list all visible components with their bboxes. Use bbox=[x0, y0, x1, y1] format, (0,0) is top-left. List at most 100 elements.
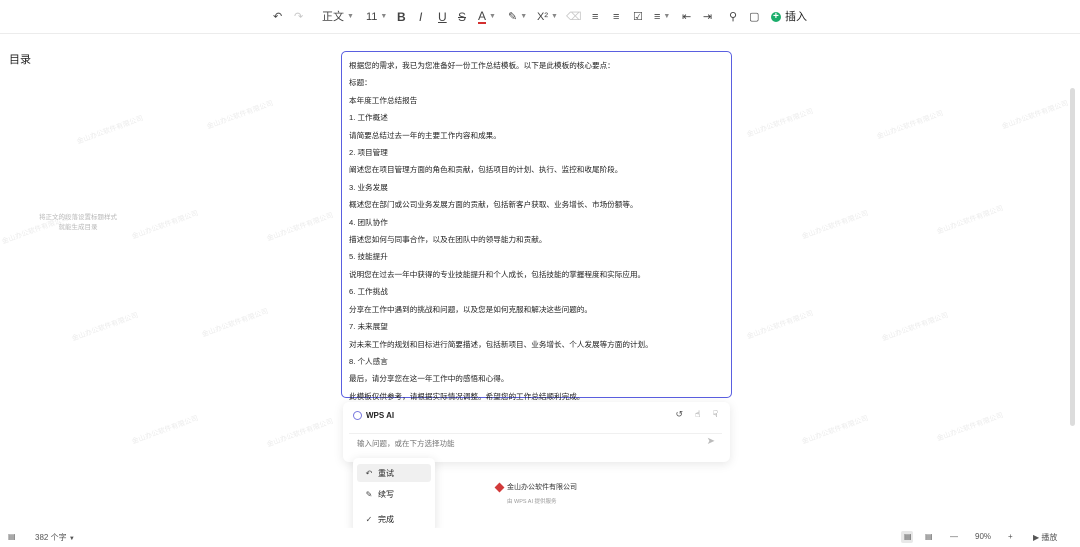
zoom-level[interactable]: 90% bbox=[975, 532, 991, 541]
thumbs-up-icon[interactable]: ☝ bbox=[695, 409, 700, 420]
bold-icon[interactable]: B bbox=[397, 9, 406, 25]
checklist-icon[interactable]: ☑ bbox=[633, 9, 643, 25]
watermark: 金山办公软件有限公司 bbox=[201, 308, 270, 339]
doc-line: 8. 个人感言 bbox=[349, 356, 388, 366]
highlighter-icon: ✎ bbox=[508, 11, 518, 23]
doc-line: 2. 项目管理 bbox=[349, 148, 388, 158]
watermark: 金山办公软件有限公司 bbox=[266, 212, 335, 243]
numbered-list-icon[interactable]: ≡ bbox=[613, 9, 619, 25]
doc-line: 6. 工作挑战 bbox=[349, 287, 388, 297]
align-dropdown[interactable]: ≡ ▼ bbox=[654, 9, 670, 25]
watermark: 金山办公软件有限公司 bbox=[76, 115, 145, 146]
company-logo-icon bbox=[494, 482, 505, 492]
toc-hint-line: 就能生成目录 bbox=[58, 224, 98, 231]
doc-line: 1. 工作概述 bbox=[349, 113, 388, 123]
watermark: 金山办公软件有限公司 bbox=[746, 310, 815, 341]
watermark: 金山办公软件有限公司 bbox=[131, 210, 200, 241]
pencil-icon: ✎ bbox=[365, 489, 373, 499]
underline-icon[interactable]: U bbox=[438, 9, 447, 25]
font-size-dropdown[interactable]: 11 ▼ bbox=[366, 9, 387, 25]
doc-line: 7. 未来展望 bbox=[349, 322, 388, 332]
company-signature: 金山办公软件有限公司 bbox=[494, 482, 577, 492]
ai-panel-actions: ↺ ☝ ☟ bbox=[675, 409, 718, 420]
indent-increase-icon[interactable]: ⇥ bbox=[703, 9, 712, 25]
chevron-down-icon: ▼ bbox=[380, 13, 388, 20]
format-toolbar: ↶ ↷ 正文 ▼ 11 ▼ B I U S A ▼ ✎ ▼ X² ▼ ⌫ ≡ ≡ ☑ ≡ ▼… bbox=[0, 0, 1080, 34]
page-view-icon: ▤ bbox=[904, 532, 912, 541]
zoom-in-icon[interactable]: + bbox=[1008, 532, 1013, 541]
doc-line: 4. 团队协作 bbox=[349, 217, 388, 227]
web-view-icon[interactable]: ▤ bbox=[925, 532, 933, 541]
word-count-dropdown[interactable]: 382 个字 ▼ bbox=[35, 532, 75, 543]
status-bar: ▤ 382 个字 ▼ ▤ ▤ — 90% + ▶ 播放 bbox=[0, 528, 1080, 547]
watermark: 金山办公软件有限公司 bbox=[876, 110, 945, 141]
watermark: 金山办公软件有限公司 bbox=[746, 108, 815, 139]
chevron-down-icon: ▼ bbox=[551, 13, 558, 20]
bullet-list-icon[interactable]: ≡ bbox=[592, 9, 598, 25]
font-color-dropdown[interactable]: A ▼ bbox=[478, 9, 496, 25]
eraser-icon[interactable]: ⌫ bbox=[566, 9, 582, 25]
thumbs-down-icon[interactable]: ☟ bbox=[713, 409, 718, 420]
doc-line: 阐述您在项目管理方面的角色和贡献，包括项目的计划、执行、监控和收尾阶段。 bbox=[349, 165, 623, 175]
insert-label: 插入 bbox=[785, 11, 807, 23]
comment-icon[interactable]: ▢ bbox=[749, 9, 759, 25]
wps-ai-note: 由 WPS AI 提供服务 bbox=[507, 499, 557, 505]
send-icon[interactable]: ➤ bbox=[707, 436, 715, 447]
undo-icon: ↶ bbox=[365, 468, 373, 478]
word-count: 382 个字 bbox=[35, 533, 67, 542]
ai-avatar-icon bbox=[353, 411, 362, 420]
check-icon: ✓ bbox=[365, 514, 373, 524]
toc-hint-line: 将正文的段落设置标题样式 bbox=[39, 214, 117, 221]
ai-panel-title: WPS AI bbox=[366, 411, 395, 420]
superscript-dropdown[interactable]: X² ▼ bbox=[537, 9, 558, 25]
doc-line: 本年度工作总结报告 bbox=[349, 95, 418, 105]
redo-icon[interactable]: ↷ bbox=[294, 9, 303, 25]
insert-button[interactable]: 插入 bbox=[771, 9, 807, 25]
continue-writing-menu-item[interactable]: ✎ 续写 bbox=[357, 485, 431, 503]
toc-hint: 将正文的段落设置标题样式 就能生成目录 bbox=[30, 213, 126, 233]
vertical-scrollbar[interactable] bbox=[1070, 88, 1075, 426]
retry-menu-item[interactable]: ↶ 重试 bbox=[357, 464, 431, 482]
menu-item-label: 完成 bbox=[378, 514, 394, 524]
history-icon[interactable]: ↺ bbox=[675, 409, 683, 420]
search-icon[interactable]: ⚲ bbox=[729, 9, 737, 25]
menu-item-label: 重试 bbox=[378, 468, 394, 478]
ai-panel-header: WPS AI bbox=[353, 411, 394, 420]
undo-icon[interactable]: ↶ bbox=[273, 9, 282, 25]
doc-line: 请简要总结过去一年的主要工作内容和成果。 bbox=[349, 130, 501, 140]
watermark: 金山办公软件有限公司 bbox=[266, 418, 335, 449]
doc-line: 标题： bbox=[349, 78, 372, 88]
watermark: 金山办公软件有限公司 bbox=[801, 415, 870, 446]
ai-generated-content[interactable]: 根据您的需求，我已为您准备好一份工作总结模板。以下是此模板的核心要点： 标题： … bbox=[341, 51, 732, 401]
doc-line: 3. 业务发展 bbox=[349, 182, 388, 192]
chevron-down-icon: ▼ bbox=[520, 13, 528, 20]
ai-action-menu: ↶ 重试 ✎ 续写 ✓ 完成 bbox=[353, 458, 435, 532]
doc-line: 5. 技能提升 bbox=[349, 252, 388, 262]
strikethrough-icon[interactable]: S bbox=[458, 9, 466, 25]
zoom-out-icon[interactable]: — bbox=[950, 532, 958, 541]
watermark: 金山办公软件有限公司 bbox=[71, 312, 140, 343]
italic-icon[interactable]: I bbox=[419, 9, 422, 25]
company-name: 金山办公软件有限公司 bbox=[507, 484, 577, 491]
doc-line: 说明您在过去一年中获得的专业技能提升和个人成长，包括技能的掌握程度和实际应用。 bbox=[349, 269, 646, 279]
doc-line: 对未来工作的规划和目标进行简要描述，包括新项目、业务增长、个人发展等方面的计划。 bbox=[349, 339, 653, 349]
watermark: 金山办公软件有限公司 bbox=[801, 210, 870, 241]
document-icon[interactable]: ▤ bbox=[8, 532, 16, 541]
plus-circle-icon bbox=[771, 9, 781, 25]
chevron-down-icon: ▼ bbox=[347, 13, 354, 20]
watermark: 金山办公软件有限公司 bbox=[206, 100, 275, 131]
highlight-dropdown[interactable]: ✎ ▼ bbox=[508, 9, 527, 25]
play-icon: ▶ bbox=[1033, 533, 1040, 542]
font-color-icon: A bbox=[478, 9, 487, 24]
watermark: 金山办公软件有限公司 bbox=[1001, 100, 1070, 131]
done-menu-item[interactable]: ✓ 完成 bbox=[357, 510, 431, 528]
doc-line: 根据您的需求，我已为您准备好一份工作总结模板。以下是此模板的核心要点： bbox=[349, 61, 615, 70]
ai-prompt-input[interactable] bbox=[349, 433, 722, 453]
play-button[interactable]: ▶ 播放 bbox=[1033, 532, 1057, 543]
menu-item-label: 续写 bbox=[378, 489, 394, 499]
chevron-down-icon: ▼ bbox=[663, 13, 671, 20]
align-icon: ≡ bbox=[654, 11, 661, 23]
indent-decrease-icon[interactable]: ⇤ bbox=[682, 9, 691, 25]
paragraph-style-dropdown[interactable]: 正文 ▼ bbox=[322, 9, 354, 25]
watermark: 金山办公软件有限公司 bbox=[131, 415, 200, 446]
